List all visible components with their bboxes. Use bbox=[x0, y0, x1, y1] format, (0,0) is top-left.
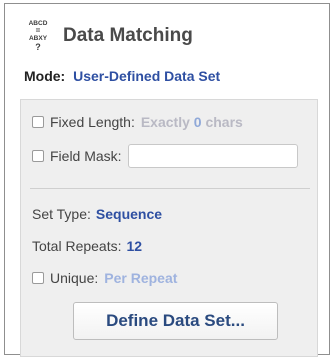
field-mask-row: Field Mask: bbox=[32, 144, 298, 168]
divider bbox=[30, 188, 310, 189]
data-matching-panel: ABCD = ABXY ? Data Matching Mode: User-D… bbox=[4, 3, 330, 357]
fixed-length-row: Fixed Length: Exactly 0 chars bbox=[32, 114, 243, 130]
set-type-value: Sequence bbox=[95, 206, 163, 222]
field-mask-checkbox[interactable] bbox=[32, 150, 44, 162]
field-mask-input[interactable] bbox=[127, 144, 298, 168]
define-data-set-button[interactable]: Define Data Set... bbox=[73, 302, 278, 340]
unique-label[interactable]: Unique: bbox=[50, 270, 98, 286]
total-repeats-label: Total Repeats: bbox=[32, 238, 122, 254]
panel-title: Data Matching bbox=[63, 25, 193, 46]
fixed-length-number: 0 bbox=[193, 114, 202, 130]
icon-text-equals: = bbox=[36, 26, 41, 35]
field-mask-label[interactable]: Field Mask: bbox=[50, 148, 122, 164]
set-type-row: Set Type: Sequence bbox=[32, 206, 162, 222]
fixed-length-label[interactable]: Fixed Length: bbox=[50, 114, 135, 130]
mode-value: User-Defined Data Set bbox=[73, 68, 221, 84]
fixed-length-suffix: chars bbox=[205, 114, 243, 130]
panel-header: ABCD = ABXY ? Data Matching bbox=[23, 18, 193, 54]
unique-checkbox[interactable] bbox=[32, 272, 44, 284]
mode-row: Mode: User-Defined Data Set bbox=[24, 68, 220, 84]
set-type-label: Set Type: bbox=[32, 206, 91, 222]
total-repeats-value: 12 bbox=[126, 238, 143, 254]
abcd-abxy-match-icon: ABCD = ABXY ? bbox=[29, 20, 48, 52]
icon-text-question: ? bbox=[35, 42, 41, 52]
settings-box: Fixed Length: Exactly 0 chars Field Mask… bbox=[20, 99, 318, 357]
fixed-length-prefix: Exactly bbox=[140, 114, 190, 130]
fixed-length-value: Exactly 0 chars bbox=[141, 114, 243, 130]
icon-text-bottom: ABXY bbox=[29, 35, 48, 42]
mode-label: Mode: bbox=[24, 68, 66, 84]
unique-row: Unique: Per Repeat bbox=[32, 270, 177, 286]
fixed-length-checkbox[interactable] bbox=[32, 116, 44, 128]
unique-value: Per Repeat bbox=[104, 270, 178, 286]
total-repeats-row: Total Repeats: 12 bbox=[32, 238, 142, 254]
